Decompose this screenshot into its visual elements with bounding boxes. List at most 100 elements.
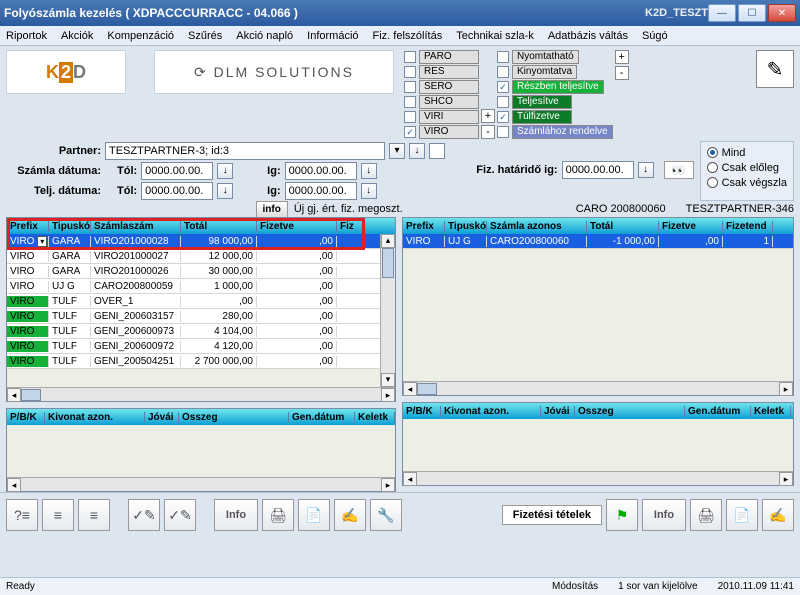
- szamla-tol-picker[interactable]: ↓: [217, 163, 233, 179]
- partner-down-button[interactable]: ↓: [409, 143, 425, 159]
- table-row[interactable]: VIRO ▾GARAVIRO20100002898 000,00,00: [7, 234, 395, 249]
- th-keletk[interactable]: Keletk: [355, 412, 395, 423]
- print-button[interactable]: 🖨: [262, 499, 294, 531]
- szamla-tol-input[interactable]: [141, 162, 213, 180]
- th-gen.dátum[interactable]: Gen.dátum: [685, 406, 751, 417]
- right-table-hscroll[interactable]: ◂▸: [403, 381, 793, 395]
- th-gen.dátum[interactable]: Gen.dátum: [289, 412, 355, 423]
- left-bottom-hscroll[interactable]: ◂▸: [7, 477, 395, 491]
- tool-14[interactable]: 📄: [726, 499, 758, 531]
- checkbox-kinyomtatva[interactable]: [497, 66, 509, 78]
- fiz-hatarido-picker[interactable]: ↓: [638, 162, 654, 178]
- checkbox-shco[interactable]: [404, 96, 416, 108]
- th-prefix[interactable]: Prefix: [7, 221, 49, 232]
- th-jóvái[interactable]: Jóvái: [145, 412, 179, 423]
- radio-vegszla[interactable]: [707, 177, 718, 188]
- checkbox-sero[interactable]: [404, 81, 416, 93]
- checkbox-túlfizetve[interactable]: ✓: [497, 111, 509, 123]
- th-keletk[interactable]: Keletk: [751, 406, 791, 417]
- checkbox-viri[interactable]: [404, 111, 416, 123]
- checkbox-teljesítve[interactable]: [497, 96, 509, 108]
- th-prefix[interactable]: Prefix: [403, 221, 445, 232]
- th-számla azonos[interactable]: Számla azonos: [487, 221, 587, 232]
- checkbox-részben teljesítve[interactable]: ✓: [497, 81, 509, 93]
- menu-akció napló[interactable]: Akció napló: [236, 30, 293, 42]
- table-row[interactable]: VIROÚJ GCARO2008000591 000,00,00: [7, 279, 395, 294]
- table-row[interactable]: VIROGARAVIRO20100002630 000,00,00: [7, 264, 395, 279]
- flag-button[interactable]: ⚑: [606, 499, 638, 531]
- edit-button[interactable]: ✎: [756, 50, 794, 88]
- info-button-2[interactable]: Info: [642, 499, 686, 531]
- telj-tol-picker[interactable]: ↓: [217, 183, 233, 199]
- th-totál[interactable]: Totál: [587, 221, 659, 232]
- partner-clear[interactable]: [429, 143, 445, 159]
- info-button-small[interactable]: info: [256, 201, 288, 218]
- checkbox-res[interactable]: [404, 66, 416, 78]
- eye-button[interactable]: 👀: [664, 161, 694, 179]
- tool-15[interactable]: ✍: [762, 499, 794, 531]
- minimize-button[interactable]: —: [708, 4, 736, 22]
- menu-akciók[interactable]: Akciók: [61, 30, 93, 42]
- telj-ig-input[interactable]: [285, 182, 357, 200]
- radio-mind[interactable]: [707, 147, 718, 158]
- info-button[interactable]: Info: [214, 499, 258, 531]
- checkbox-számlához rendelve[interactable]: [497, 126, 509, 138]
- th-kivonat azon.[interactable]: Kivonat azon.: [441, 406, 541, 417]
- th-tipuskó[interactable]: Tipuskó: [445, 221, 487, 232]
- table-row[interactable]: VIROÚJ GCARO200800060-1 000,00,001: [403, 234, 793, 249]
- table-row[interactable]: VIROTÚLFGENI_2005042512 700 000,00,00: [7, 354, 395, 369]
- th-kivonat azon.[interactable]: Kivonat azon.: [45, 412, 145, 423]
- table-row[interactable]: VIROTÚLFGENI_2006009724 120,00,00: [7, 339, 395, 354]
- telj-ig-picker[interactable]: ↓: [361, 183, 377, 199]
- status-add-button[interactable]: +: [615, 50, 629, 64]
- table-row[interactable]: VIROTÚLFOVER_1,00,00: [7, 294, 395, 309]
- menu-technikai szla-k[interactable]: Technikai szla-k: [456, 30, 534, 42]
- print-button-2[interactable]: 🖨: [690, 499, 722, 531]
- th-fizetve[interactable]: Fizetve: [659, 221, 723, 232]
- menu-adatbázis váltás[interactable]: Adatbázis váltás: [548, 30, 628, 42]
- table-row[interactable]: VIROTÚLFGENI_200603157280,00,00: [7, 309, 395, 324]
- tool-10[interactable]: 🔧: [370, 499, 402, 531]
- radio-eloleg[interactable]: [707, 162, 718, 173]
- partner-dropdown[interactable]: ▾: [389, 143, 405, 159]
- table-row[interactable]: VIROGARAVIRO20100002712 000,00,00: [7, 249, 395, 264]
- left-table-hscroll[interactable]: ◂▸: [7, 387, 395, 401]
- menu-kompenzáció[interactable]: Kompenzáció: [107, 30, 174, 42]
- tool-3[interactable]: ≡: [78, 499, 110, 531]
- th-fizetve[interactable]: Fizetve: [257, 221, 337, 232]
- tool-4[interactable]: ✓✎: [128, 499, 160, 531]
- partner-input[interactable]: [105, 142, 385, 160]
- prefix-remove-button[interactable]: -: [481, 125, 495, 139]
- checkbox-paro[interactable]: [404, 51, 416, 63]
- menu-súgó[interactable]: Súgó: [642, 30, 668, 42]
- th-jóvái[interactable]: Jóvái: [541, 406, 575, 417]
- tool-2[interactable]: ≡: [42, 499, 74, 531]
- menu-fiz. felszólítás[interactable]: Fiz. felszólítás: [373, 30, 443, 42]
- fiz-hatarido-input[interactable]: [562, 161, 634, 179]
- th-összeg[interactable]: Összeg: [575, 406, 685, 417]
- checkbox-viro[interactable]: ✓: [404, 126, 416, 138]
- checkbox-nyomtatható[interactable]: [497, 51, 509, 63]
- tool-8[interactable]: 📄: [298, 499, 330, 531]
- th-tipuskó[interactable]: Tipuskó: [49, 221, 91, 232]
- szamla-ig-picker[interactable]: ↓: [361, 163, 377, 179]
- close-button[interactable]: ✕: [768, 4, 796, 22]
- th-összeg[interactable]: Összeg: [179, 412, 289, 423]
- th-fizetend[interactable]: Fizetend: [723, 221, 773, 232]
- szamla-ig-input[interactable]: [285, 162, 357, 180]
- tool-1[interactable]: ?≡: [6, 499, 38, 531]
- telj-tol-input[interactable]: [141, 182, 213, 200]
- left-table-vscroll[interactable]: ▴ ▾: [380, 234, 395, 387]
- table-row[interactable]: VIROTÚLFGENI_2006009734 104,00,00: [7, 324, 395, 339]
- menu-szűrés[interactable]: Szűrés: [188, 30, 222, 42]
- tool-9[interactable]: ✍: [334, 499, 366, 531]
- menu-információ[interactable]: Információ: [307, 30, 358, 42]
- th-számlaszám[interactable]: Számlaszám: [91, 221, 181, 232]
- menu-riportok[interactable]: Riportok: [6, 30, 47, 42]
- maximize-button[interactable]: ☐: [738, 4, 766, 22]
- status-remove-button[interactable]: -: [615, 66, 629, 80]
- th-totál[interactable]: Totál: [181, 221, 257, 232]
- right-bottom-hscroll[interactable]: ◂▸: [403, 471, 793, 485]
- th-fiz[interactable]: Fiz: [337, 221, 365, 232]
- prefix-add-button[interactable]: +: [481, 109, 495, 123]
